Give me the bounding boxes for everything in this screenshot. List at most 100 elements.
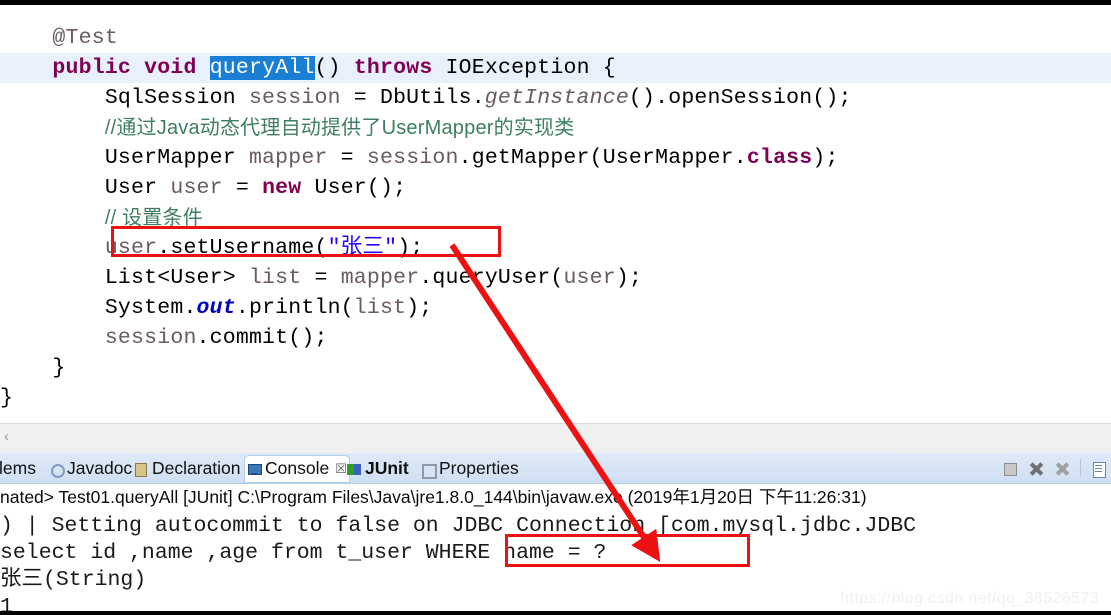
tab-lems[interactable]: lems (0, 455, 39, 483)
code-editor[interactable]: @Test public void queryAll() throws IOEx… (0, 5, 1111, 423)
properties-icon (421, 463, 437, 479)
code-token: throws (353, 56, 433, 80)
tab-declaration[interactable]: Declaration (131, 455, 244, 483)
remove-launch-icon[interactable] (1028, 460, 1045, 477)
bottom-view-panel: lems Javadoc Declaration Console ☒ JUnit Prope… (0, 453, 1111, 615)
code-token: List<User> (104, 266, 249, 290)
code-token: out (196, 296, 236, 320)
code-token: .getMapper(UserMapper. (458, 146, 747, 170)
scroll-left-arrow-icon[interactable]: ‹ (4, 428, 9, 445)
code-token: getInstance (484, 86, 629, 110)
stop-icon[interactable] (1002, 460, 1019, 477)
code-token: user (563, 266, 616, 290)
code-token: public (52, 56, 132, 80)
open-console-icon[interactable] (1090, 460, 1107, 478)
code-token: ); (812, 146, 839, 170)
tab-label: Declaration (152, 458, 241, 478)
tab-properties[interactable]: Properties (418, 455, 522, 483)
code-token: User (104, 176, 171, 200)
code-line: User user = new User(); (0, 173, 1111, 203)
code-token: = (327, 146, 367, 170)
code-token: .println( (235, 296, 354, 320)
code-line: session.commit(); (0, 323, 1111, 353)
tab-label: Console (265, 458, 330, 478)
console-toolbar[interactable] (1002, 453, 1111, 483)
code-token: session (248, 86, 341, 110)
code-token: class (746, 146, 813, 170)
code-token: ); (397, 236, 424, 260)
code-token: queryAll (209, 56, 315, 80)
code-token: UserMapper (104, 146, 249, 170)
editor-horizontal-scrollbar[interactable]: ‹ (0, 423, 1111, 454)
code-token: .commit(); (196, 326, 328, 350)
remove-all-launches-icon[interactable] (1054, 460, 1071, 477)
code-line: //通过Java动态代理自动提供了UserMapper的实现类 (0, 113, 1111, 143)
code-line: } (0, 383, 1111, 413)
code-line: System.out.println(list); (0, 293, 1111, 323)
code-token: mapper (340, 266, 420, 290)
declaration-icon (134, 463, 149, 477)
code-line: user.setUsername("张三"); (0, 233, 1111, 263)
code-token: ().openSession(); (628, 86, 852, 110)
code-token: void (144, 56, 197, 80)
console-process-header: nated> Test01.queryAll [JUnit] C:\Progra… (0, 484, 1111, 510)
code-token: ); (615, 266, 643, 290)
watermark-text: https://blog.csdn.net/qq_38526573 (840, 590, 1099, 607)
code-token: session (104, 326, 197, 350)
javadoc-icon (49, 463, 65, 478)
window-frame-bottom (0, 611, 1111, 615)
console-line: ) | Setting autocommit to false on JDBC … (0, 514, 917, 538)
tab-console[interactable]: Console ☒ (244, 455, 350, 483)
code-token: list (353, 296, 407, 320)
code-line: @Test (0, 23, 1111, 53)
code-token: "张三" (327, 236, 398, 260)
tab-label: Properties (439, 458, 519, 478)
code-token: new (262, 176, 302, 200)
console-icon (247, 463, 262, 476)
code-line: // 设置条件 (0, 203, 1111, 233)
toolbar-divider (1080, 459, 1081, 477)
code-line: List<User> list = mapper.queryUser(user)… (0, 263, 1111, 293)
code-token: user (170, 176, 223, 200)
code-token: System. (104, 296, 197, 320)
code-token: } (0, 386, 14, 410)
tab-label: JUnit (365, 458, 409, 478)
screenshot-root: @Test public void queryAll() throws IOEx… (0, 0, 1111, 615)
code-token: list (248, 266, 302, 290)
console-line: select id ,name ,age from t_user WHERE n… (0, 541, 607, 565)
code-token: } (52, 356, 66, 380)
code-token: IOException { (432, 56, 616, 80)
code-token: // 设置条件 (104, 207, 203, 229)
tab-label: Javadoc (67, 458, 133, 478)
tab-junit[interactable]: JUnit (344, 455, 412, 483)
code-token: = (301, 266, 341, 290)
tab-javadoc[interactable]: Javadoc (46, 455, 135, 483)
tab-label: lems (0, 458, 36, 478)
code-token: = DbUtils. (340, 86, 485, 110)
code-token: .setUsername( (157, 236, 328, 260)
code-token: ); (406, 296, 433, 320)
code-token: //通过Java动态代理自动提供了UserMapper的实现类 (104, 117, 575, 139)
code-token: User(); (301, 176, 407, 200)
code-line: } (0, 353, 1111, 383)
junit-icon (347, 463, 362, 476)
code-token: session (366, 146, 459, 170)
view-tab-bar[interactable]: lems Javadoc Declaration Console ☒ JUnit Prope… (0, 453, 1111, 484)
code-token: SqlSession (104, 86, 249, 110)
code-line: SqlSession session = DbUtils.getInstance… (0, 83, 1111, 113)
code-token: .queryUser( (419, 266, 564, 290)
code-token: mapper (248, 146, 328, 170)
code-line: UserMapper mapper = session.getMapper(Us… (0, 143, 1111, 173)
